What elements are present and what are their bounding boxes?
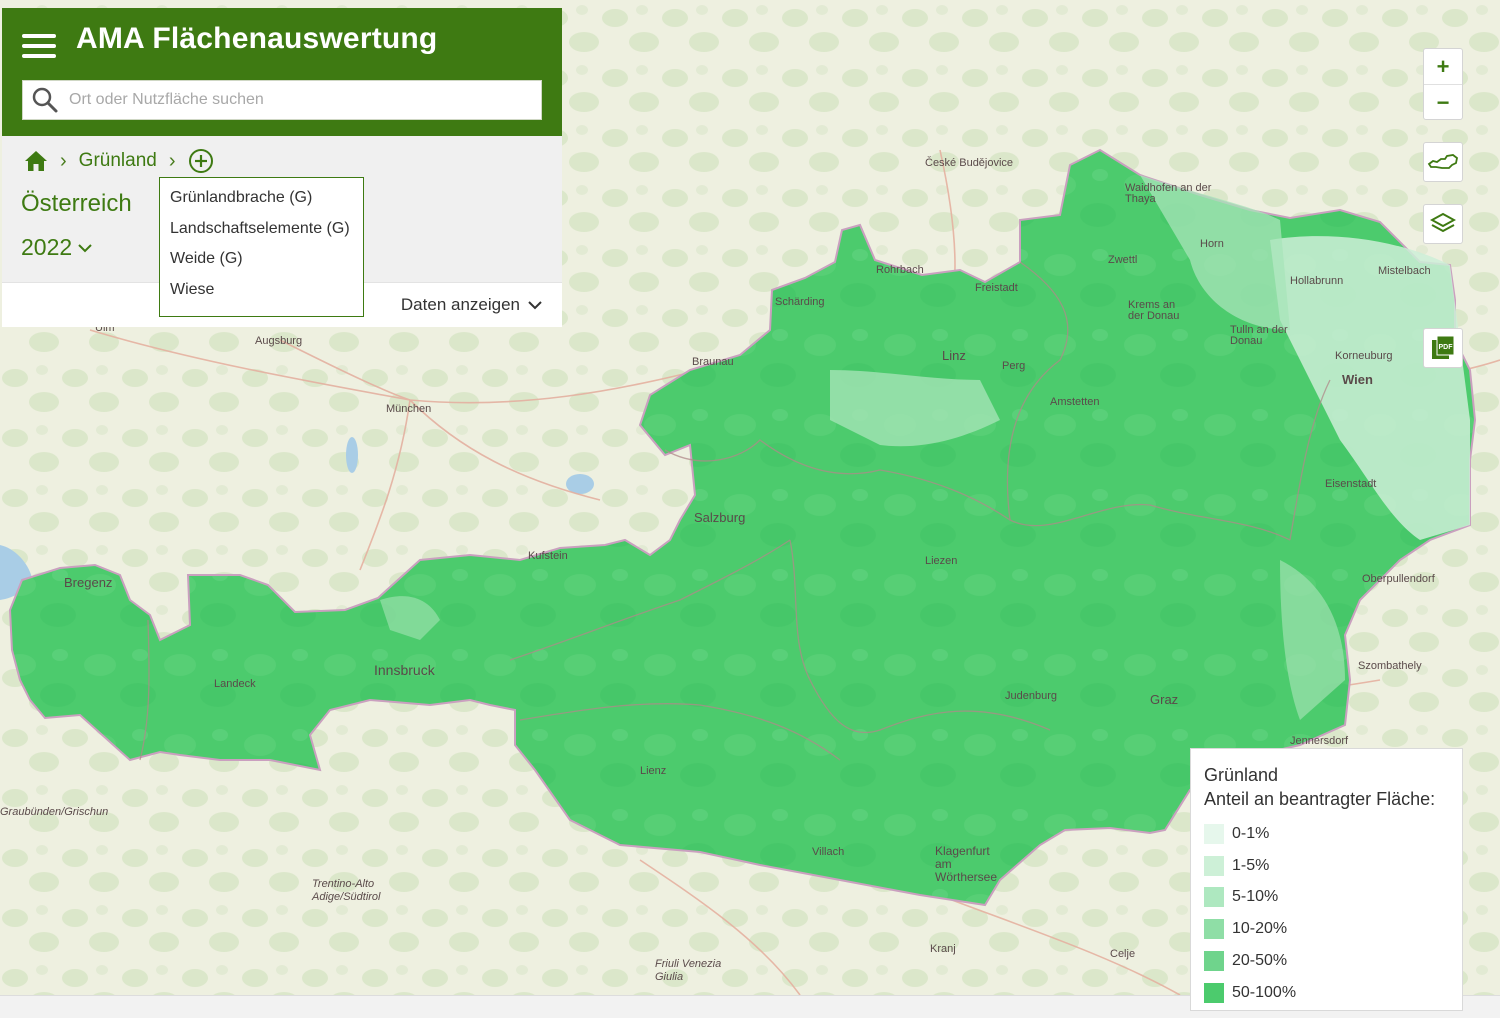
legend-swatch [1204, 823, 1224, 844]
breadcrumb-separator: › [168, 149, 176, 172]
legend-label: 0-1% [1232, 824, 1270, 842]
map-label: Salzburg [694, 510, 746, 525]
austria-extent-button[interactable] [1423, 142, 1463, 182]
map-label: Schärding [775, 296, 825, 308]
dropdown-item-weide[interactable]: Weide (G) [160, 250, 363, 281]
map-label: Judenburg [1005, 690, 1057, 702]
map-label: Klagenfurt am Wörthersee [935, 844, 998, 884]
legend-swatch [1204, 919, 1224, 940]
map-label: Trentino-Alto Adige/Südtirol [312, 878, 381, 903]
map-label: Liezen [925, 555, 958, 567]
map-label: Augsburg [255, 335, 303, 347]
map-label: Jennersdorf [1290, 735, 1349, 747]
map-label: Horn [1200, 238, 1224, 250]
panel-header: AMA Flächenauswertung [2, 8, 562, 136]
pdf-icon-label: PDF [1439, 344, 1454, 351]
map-label: Friuli Venezia Giulia [655, 958, 722, 983]
map-label: České Budějovice [925, 157, 1014, 169]
map-label: Zwettl [1108, 254, 1138, 266]
chevron-down-icon [528, 301, 542, 310]
breadcrumb: › Grünland › [24, 148, 214, 174]
legend-label: 10-20% [1232, 920, 1288, 938]
map-label: Bregenz [64, 575, 113, 590]
map-label: Perg [1002, 360, 1026, 372]
legend-subtitle: Anteil an beantragter Fläche: [1204, 789, 1436, 809]
pdf-export-button[interactable]: PDF [1423, 328, 1463, 368]
map-label: Korneuburg [1335, 350, 1393, 362]
chevron-down-icon [78, 243, 92, 252]
map-label: Lienz [640, 765, 667, 777]
plus-circle-icon[interactable] [188, 148, 214, 174]
map-label: Szombathely [1358, 660, 1422, 672]
region-title: Österreich [21, 190, 132, 217]
dropdown-item-wiese[interactable]: Wiese [160, 281, 363, 312]
map-label: Rohrbach [876, 264, 924, 276]
legend-row: 10-20% [1204, 913, 1462, 945]
legend-title: Grünland [1204, 765, 1279, 785]
show-data-label: Daten anzeigen [400, 295, 520, 314]
legend-swatch [1204, 951, 1224, 972]
hamburger-menu-icon[interactable] [22, 34, 56, 58]
legend-swatch [1204, 982, 1224, 1003]
search-icon [32, 87, 58, 113]
zoom-out-button[interactable]: − [1424, 84, 1462, 120]
legend-row: 1-5% [1204, 850, 1462, 882]
map-label: Eisenstadt [1325, 478, 1377, 490]
map-label: Tulln an der Donau [1230, 324, 1288, 347]
home-icon[interactable] [24, 150, 48, 172]
crop-dropdown-menu: Grünlandbrache (G) Landschaftselemente (… [159, 177, 364, 317]
legend-label: 1-5% [1232, 856, 1270, 874]
breadcrumb-separator: › [60, 149, 67, 172]
dropdown-item-landschaftselemente[interactable]: Landschaftselemente (G) [160, 220, 363, 251]
map-label: Oberpullendorf [1362, 573, 1435, 585]
map-label: Celje [1110, 948, 1136, 960]
map-label: Krems an der Donau [1128, 299, 1180, 322]
map-label: Hollabrunn [1290, 275, 1344, 287]
legend-swatch [1204, 887, 1224, 908]
legend-row: 50-100% [1204, 977, 1462, 1009]
layers-icon [1430, 212, 1456, 233]
year-value: 2022 [21, 234, 73, 260]
search-input[interactable] [67, 90, 531, 110]
pdf-icon: PDF [1432, 335, 1455, 359]
legend-row: 0-1% [1204, 818, 1462, 850]
legend-swatch [1204, 855, 1224, 876]
map-label: Wien [1342, 372, 1373, 387]
map-label: Innsbruck [374, 662, 435, 678]
search-box[interactable] [22, 80, 542, 120]
dropdown-item-gruenlandbrache[interactable]: Grünlandbrache (G) [160, 189, 363, 220]
layers-button[interactable] [1423, 204, 1463, 244]
map-label: München [386, 403, 432, 415]
map-label: Villach [812, 846, 845, 858]
zoom-controls: + − [1423, 48, 1463, 120]
zoom-in-button[interactable]: + [1424, 49, 1462, 84]
map-label: Linz [942, 348, 966, 363]
legend-label: 5-10% [1232, 888, 1279, 906]
legend-label: 50-100% [1232, 983, 1297, 1001]
legend-row: 5-10% [1204, 882, 1462, 914]
austria-extent-icon [1427, 154, 1458, 169]
map-label: Graubünden/Grischun [0, 806, 109, 818]
year-select[interactable]: 2022 [21, 234, 92, 261]
app-title: AMA Flächenauswertung [76, 22, 438, 55]
legend-label: 20-50% [1232, 952, 1288, 970]
map-label: Freistadt [975, 282, 1018, 294]
map-label: Graz [1150, 692, 1179, 707]
map-label: Braunau [692, 356, 734, 368]
show-data-toggle[interactable]: Daten anzeigen [401, 295, 542, 315]
breadcrumb-item-gruenland[interactable]: Grünland [79, 150, 157, 172]
map-label: Kufstein [528, 550, 568, 562]
map-legend: Grünland Anteil an beantragter Fläche: 0… [1190, 748, 1463, 1011]
legend-row: 20-50% [1204, 945, 1462, 977]
map-label: Kranj [930, 943, 956, 955]
map-label: Landeck [214, 678, 256, 690]
map-label: Waidhofen an der Thaya [1125, 182, 1212, 205]
map-label: Amstetten [1050, 396, 1100, 408]
map-label: Mistelbach [1378, 265, 1431, 277]
